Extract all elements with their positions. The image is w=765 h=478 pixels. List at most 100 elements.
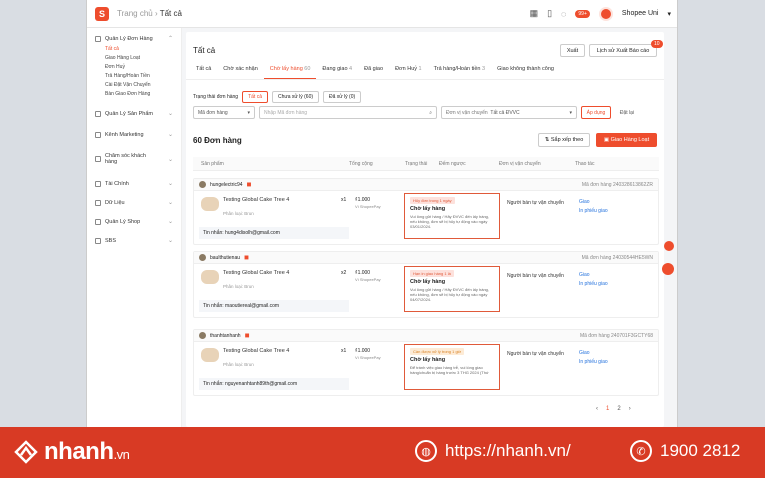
- status-title: Chờ lấy hàng: [410, 279, 446, 285]
- sidebar-group-products[interactable]: Quản Lý Sản Phẩm ⌄: [87, 107, 181, 120]
- ship-link[interactable]: Giao: [579, 199, 590, 205]
- export-button[interactable]: Xuất: [560, 44, 585, 57]
- page-2[interactable]: 2: [617, 406, 620, 412]
- buyer-name[interactable]: baulthutienau: [210, 255, 240, 261]
- book-icon[interactable]: ▯: [547, 8, 552, 19]
- nhanh-logo[interactable]: nhanh.vn: [14, 438, 130, 466]
- chevron-down-icon: ⌄: [167, 238, 173, 244]
- prev-page-button[interactable]: ‹: [596, 406, 598, 412]
- search-field-select[interactable]: Mã đơn hàng ▾: [193, 106, 255, 119]
- hotline[interactable]: ✆ 1900 2812: [630, 440, 740, 462]
- bulk-ship-button[interactable]: ▣ Giao Hàng Loạt: [596, 133, 657, 147]
- status-filter-label: Trạng thái đơn hàng: [193, 94, 239, 100]
- quantity: x1: [341, 197, 347, 203]
- next-page-button[interactable]: ›: [629, 406, 631, 412]
- tab-to-ship[interactable]: Chờ lấy hàng 60: [263, 62, 317, 79]
- status-filter: Trạng thái đơn hàng Tất cả Chưa xử lý (6…: [193, 91, 362, 103]
- print-waybill-link[interactable]: In phiếu giao: [579, 281, 608, 287]
- website[interactable]: ◍ https://nhanh.vn/: [415, 440, 571, 462]
- sidebar-item-handover[interactable]: Bàn Giao Đơn Hàng: [87, 90, 181, 99]
- truck-icon: ▣: [603, 137, 610, 143]
- sidebar-item-returns[interactable]: Trả Hàng/Hoàn Tiền: [87, 72, 181, 81]
- chat-icon[interactable]: ◼: [247, 181, 252, 188]
- shipping-method: Người bán tự vận chuyển: [507, 200, 564, 206]
- carrier-select[interactable]: Đơn vị vận chuyển Tất cả ĐVVC ▾: [441, 106, 577, 119]
- sidebar-item-bulk-ship[interactable]: Giao Hàng Loạt: [87, 54, 181, 63]
- print-waybill-link[interactable]: In phiếu giao: [579, 359, 608, 365]
- tab-pending[interactable]: Chờ xác nhận: [217, 62, 264, 79]
- ship-link[interactable]: Giao: [579, 350, 590, 356]
- page-1[interactable]: 1: [606, 406, 609, 412]
- tab-shipping[interactable]: Đang giao 4: [316, 62, 358, 79]
- sort-icon: ⇅: [544, 137, 550, 143]
- chip-processed[interactable]: Đã xử lý (0): [323, 91, 362, 103]
- app-window: S Trang chủ › Tất cả ▦ ▯ ◌ 99+ Shopee Un…: [86, 0, 678, 427]
- finance-icon: [95, 180, 101, 187]
- status-tag: Hạn in giao hàng 1 lá: [410, 270, 454, 277]
- col-carrier: Đơn vị vận chuyển: [499, 161, 541, 167]
- export-history-button[interactable]: Lịch sử Xuất Báo cáo: [589, 44, 657, 57]
- sidebar-group-data[interactable]: Dữ Liệu ⌄: [87, 196, 181, 209]
- tab-all[interactable]: Tất cả: [190, 62, 217, 79]
- chat-icon[interactable]: ◼: [244, 254, 249, 261]
- sort-button[interactable]: ⇅ Sắp xếp theo: [538, 133, 590, 147]
- shopee-logo[interactable]: S: [95, 6, 109, 21]
- sidebar: Quản Lý Đơn Hàng ⌃ Tất cả Giao Hàng Loạt …: [87, 28, 182, 427]
- ship-link[interactable]: Giao: [579, 272, 590, 278]
- sidebar-group-orders[interactable]: Quản Lý Đơn Hàng ⌃: [87, 32, 181, 45]
- status-tag: Hủy đơn trong 1 ngày: [410, 197, 455, 204]
- breadcrumb-current: Tất cả: [159, 9, 182, 18]
- shipping-method: Người bán tự vận chuyển: [507, 273, 564, 279]
- buyer-note: Tin nhắn: maoutiereal@gmail.com: [199, 300, 349, 312]
- chevron-down-icon[interactable]: ▾: [667, 10, 671, 18]
- reset-button[interactable]: Đặt lại: [615, 106, 639, 119]
- tab-delivered[interactable]: Đã giao: [358, 62, 389, 79]
- sbs-icon: [95, 237, 101, 244]
- main-content: Tất cả Xuất Lịch sử Xuất Báo cáo 10 Tất …: [186, 32, 664, 427]
- tab-returns[interactable]: Trả hàng/Hoàn tiền 3: [428, 62, 491, 79]
- product-image: [201, 197, 219, 211]
- chevron-down-icon: ⌄: [167, 219, 173, 225]
- chevron-down-icon: ⌄: [167, 200, 173, 206]
- bell-icon[interactable]: ◌: [561, 9, 566, 19]
- chip-all[interactable]: Tất cả: [242, 91, 268, 103]
- floating-chat-icon[interactable]: [662, 263, 674, 275]
- status-tag: Cần được xử lý trong 1 giờ: [410, 348, 465, 355]
- payment-method: Ví ShopeePay: [355, 204, 381, 209]
- tab-cancelled[interactable]: Đơn Huỷ 1: [389, 62, 428, 79]
- hotline-number: 1900 2812: [660, 441, 741, 460]
- sidebar-group-finance[interactable]: Tài Chính ⌄: [87, 177, 181, 190]
- buyer-avatar: [199, 332, 206, 339]
- buyer-name[interactable]: thanhtanhanh: [210, 333, 241, 339]
- top-bar: S Trang chủ › Tất cả ▦ ▯ ◌ 99+ Shopee Un…: [87, 0, 677, 28]
- brand-tld: .vn: [113, 447, 130, 462]
- sidebar-item-shipping-settings[interactable]: Cài Đặt Vận Chuyển: [87, 81, 181, 90]
- chip-unprocessed[interactable]: Chưa xử lý (60): [271, 91, 320, 103]
- buyer-name[interactable]: hungelectric94: [210, 182, 243, 188]
- product-variant: Phân loại: Brun: [223, 284, 254, 289]
- breadcrumb: Trang chủ › Tất cả: [117, 9, 182, 18]
- search-input[interactable]: Nhập Mã đơn hàng ⌕: [259, 106, 437, 119]
- order-id: Mã đơn hàng 24030544HE5WN: [581, 254, 653, 261]
- breadcrumb-home[interactable]: Trang chủ: [117, 9, 153, 18]
- print-waybill-link[interactable]: In phiếu giao: [579, 208, 608, 214]
- sidebar-item-cancelled[interactable]: Đơn Huỷ: [87, 63, 181, 72]
- apply-button[interactable]: Áp dụng: [581, 106, 611, 119]
- sidebar-group-marketing[interactable]: Kênh Marketing ⌄: [87, 128, 181, 141]
- sidebar-group-sbs[interactable]: SBS ⌄: [87, 234, 181, 247]
- apps-grid-icon[interactable]: ▦: [530, 8, 539, 19]
- sidebar-group-customer-care[interactable]: Chăm sóc khách hàng ⌄: [87, 149, 181, 169]
- floating-help-icon[interactable]: [664, 241, 674, 251]
- tab-failed-delivery[interactable]: Giao không thành công: [491, 62, 560, 79]
- globe-icon: ◍: [415, 440, 437, 462]
- product-image: [201, 348, 219, 362]
- chevron-down-icon: ⌄: [167, 156, 173, 163]
- product-image: [201, 270, 219, 284]
- avatar[interactable]: [598, 6, 613, 21]
- sidebar-item-all[interactable]: Tất cả: [87, 45, 181, 54]
- order-total: ₫1.000: [355, 270, 371, 276]
- chat-icon[interactable]: ◼: [245, 332, 250, 339]
- shop-name[interactable]: Shopee Uni: [622, 10, 659, 17]
- sidebar-group-shop[interactable]: Quản Lý Shop ⌄: [87, 215, 181, 228]
- status-description: Vui lòng gửi hàng / Hãy ĐVVC đến lấy hàn…: [410, 287, 490, 302]
